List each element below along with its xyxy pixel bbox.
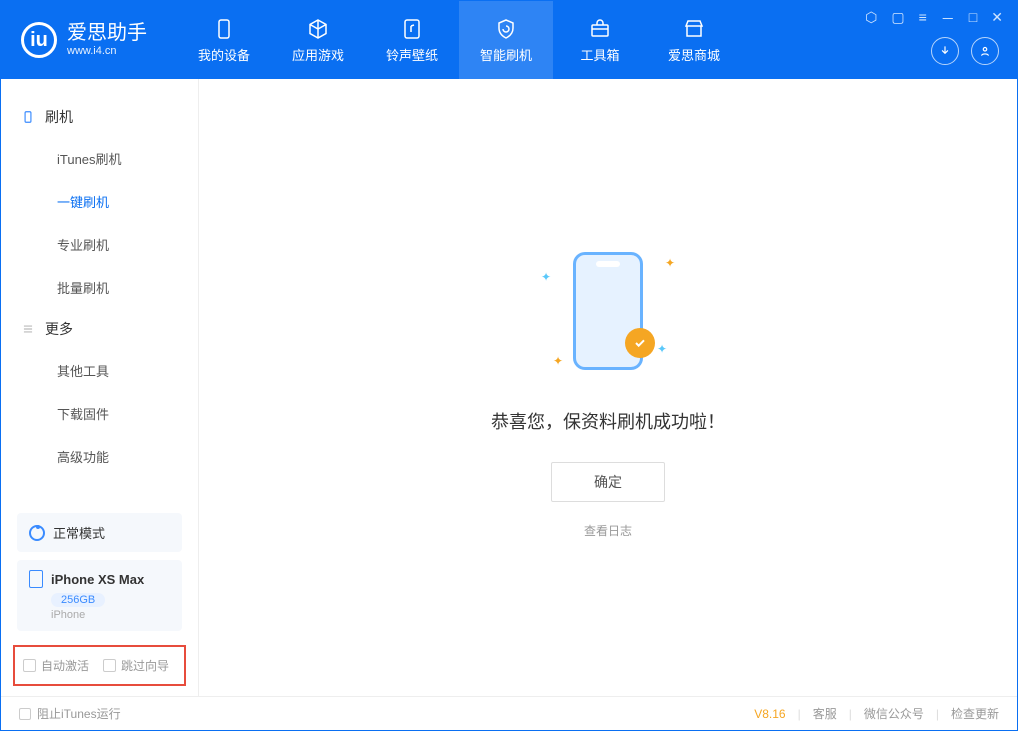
check-badge-icon (625, 328, 655, 358)
auto-activate-checkbox[interactable]: 自动激活 (23, 657, 89, 674)
app-name: 爱思助手 (67, 21, 147, 45)
block-itunes-checkbox[interactable]: 阻止iTunes运行 (19, 705, 121, 722)
sparkle-icon: ✦ (541, 270, 551, 284)
check-update-link[interactable]: 检查更新 (951, 705, 999, 722)
nav-tabs: 我的设备 应用游戏 铃声壁纸 智能刷机 工具箱 爱思商城 (177, 1, 741, 79)
success-message: 恭喜您，保资料刷机成功啦！ (491, 408, 725, 434)
sidebar-item-oneclick-flash[interactable]: 一键刷机 (1, 180, 198, 223)
logo: iu 爱思助手 www.i4.cn (1, 21, 167, 58)
checkbox-label: 跳过向导 (121, 657, 169, 674)
device-icon (211, 16, 237, 42)
sidebar-item-pro-flash[interactable]: 专业刷机 (1, 223, 198, 266)
toolbox-icon (587, 16, 613, 42)
mode-icon (29, 525, 45, 541)
device-panel: 正常模式 iPhone XS Max 256GB iPhone (1, 503, 198, 645)
main-content: ✦ ✦ ✦ ✦ 恭喜您，保资料刷机成功啦！ 确定 查看日志 (199, 79, 1017, 696)
nav-ringtones-wallpapers[interactable]: 铃声壁纸 (365, 1, 459, 79)
sidebar: 刷机 iTunes刷机 一键刷机 专业刷机 批量刷机 更多 其他工具 下载固件 … (1, 79, 199, 696)
nav-store[interactable]: 爱思商城 (647, 1, 741, 79)
support-link[interactable]: 客服 (813, 705, 837, 722)
sparkle-icon: ✦ (665, 256, 675, 270)
minimize-button[interactable]: － (941, 9, 955, 29)
header-right-buttons (931, 37, 999, 65)
nav-label: 应用游戏 (292, 45, 344, 64)
music-icon (399, 16, 425, 42)
nav-apps-games[interactable]: 应用游戏 (271, 1, 365, 79)
device-name: iPhone XS Max (51, 572, 144, 587)
version-label: V8.16 (754, 707, 785, 721)
cube-icon (305, 16, 331, 42)
list-icon (21, 322, 35, 336)
device-type: iPhone (51, 609, 170, 621)
sidebar-item-itunes-flash[interactable]: iTunes刷机 (1, 137, 198, 180)
view-log-link[interactable]: 查看日志 (584, 522, 632, 539)
group-title: 刷机 (45, 107, 73, 127)
store-icon (681, 16, 707, 42)
sparkle-icon: ✦ (553, 354, 563, 368)
sidebar-group-more[interactable]: 更多 (1, 309, 198, 349)
sidebar-item-download-firmware[interactable]: 下载固件 (1, 392, 198, 435)
nav-toolbox[interactable]: 工具箱 (553, 1, 647, 79)
device-mode: 正常模式 (53, 523, 105, 542)
close-button[interactable]: ✕ (991, 9, 1003, 29)
options-highlight-box: 自动激活 跳过向导 (13, 645, 186, 686)
refresh-shield-icon (493, 16, 519, 42)
sidebar-item-advanced[interactable]: 高级功能 (1, 435, 198, 478)
logo-icon: iu (21, 22, 57, 58)
nav-my-device[interactable]: 我的设备 (177, 1, 271, 79)
sidebar-item-other-tools[interactable]: 其他工具 (1, 349, 198, 392)
device-storage-badge: 256GB (51, 593, 105, 607)
ok-button[interactable]: 确定 (551, 462, 665, 502)
device-mode-row[interactable]: 正常模式 (17, 513, 182, 552)
device-icon (29, 570, 43, 588)
user-button[interactable] (971, 37, 999, 65)
wechat-link[interactable]: 微信公众号 (864, 705, 924, 722)
success-illustration: ✦ ✦ ✦ ✦ (523, 236, 693, 386)
note-icon[interactable]: ▢ (891, 9, 904, 29)
sparkle-icon: ✦ (657, 342, 667, 356)
nav-label: 爱思商城 (668, 45, 720, 64)
checkbox-icon (23, 659, 36, 672)
device-info-row[interactable]: iPhone XS Max 256GB iPhone (17, 560, 182, 631)
checkbox-icon (103, 659, 116, 672)
nav-smart-flash[interactable]: 智能刷机 (459, 1, 553, 79)
nav-label: 我的设备 (198, 45, 250, 64)
nav-label: 工具箱 (580, 45, 619, 64)
skip-guide-checkbox[interactable]: 跳过向导 (103, 657, 169, 674)
sidebar-item-batch-flash[interactable]: 批量刷机 (1, 266, 198, 309)
maximize-button[interactable]: □ (969, 9, 977, 29)
sidebar-group-flash[interactable]: 刷机 (1, 97, 198, 137)
checkbox-label: 阻止iTunes运行 (37, 705, 121, 722)
menu-icon[interactable]: ≡ (919, 9, 927, 29)
nav-label: 智能刷机 (480, 45, 532, 64)
checkbox-label: 自动激活 (41, 657, 89, 674)
phone-icon (21, 110, 35, 124)
window-controls: ⬡ ▢ ≡ － □ ✕ (865, 9, 1003, 29)
group-title: 更多 (45, 319, 73, 339)
nav-label: 铃声壁纸 (386, 45, 438, 64)
app-header: iu 爱思助手 www.i4.cn 我的设备 应用游戏 铃声壁纸 智能刷机 工具… (1, 1, 1017, 79)
status-bar: 阻止iTunes运行 V8.16 | 客服 | 微信公众号 | 检查更新 (1, 696, 1017, 730)
app-url: www.i4.cn (67, 45, 147, 58)
checkbox-icon (19, 708, 31, 720)
download-button[interactable] (931, 37, 959, 65)
shirt-icon[interactable]: ⬡ (865, 9, 877, 29)
